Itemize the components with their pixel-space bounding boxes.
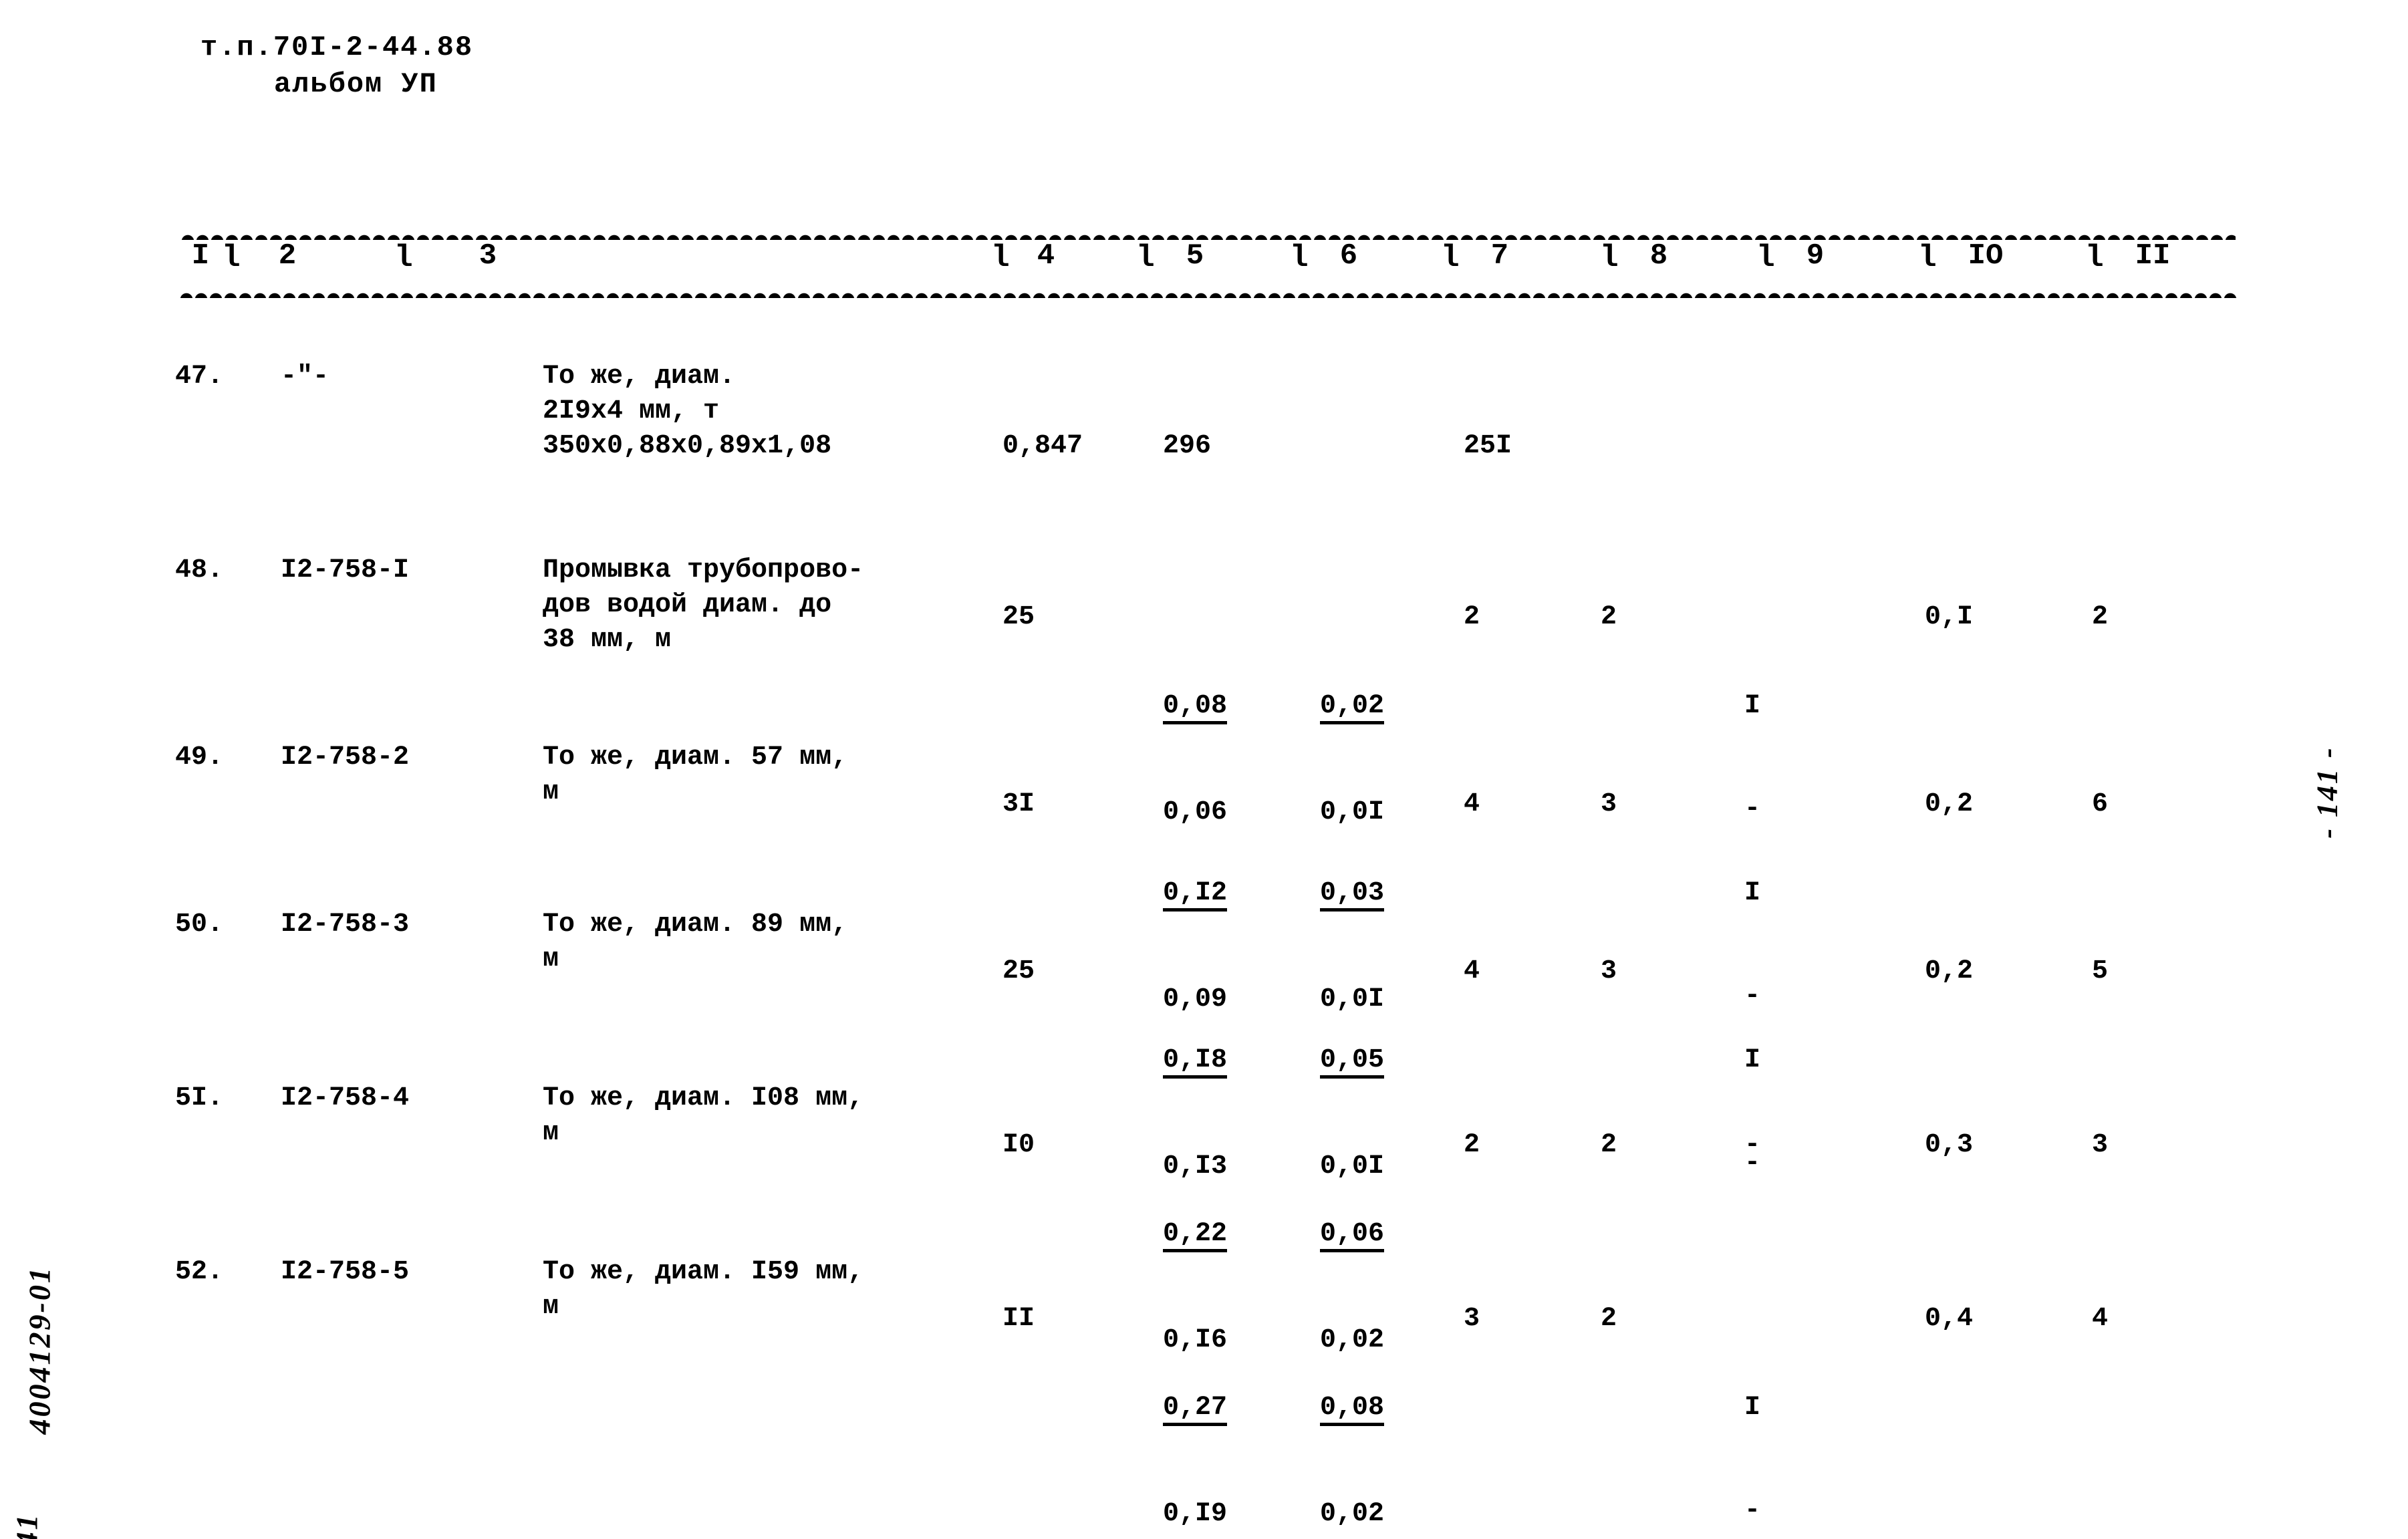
column-header-3: 3	[479, 239, 497, 273]
cell-col7: 3	[1464, 1304, 1480, 1334]
cell-col11: 4	[2092, 1304, 2109, 1334]
left-margin-page-number: 141	[9, 1512, 44, 1539]
cell-col6: 0,08 0,02	[1320, 1255, 1454, 1539]
column-separator: l	[1756, 241, 1775, 275]
cell-col5-numerator: 0,I8	[1163, 1046, 1228, 1079]
column-separator: l	[222, 241, 241, 275]
row-description: То же, диам. 2I9x4 мм, т 350x0,88x0,89x1…	[543, 362, 832, 461]
cell-col7: 2	[1464, 602, 1480, 632]
cell-col10: 0,2	[1925, 956, 1974, 986]
row-description: То же, диам. 57 мм, м	[543, 742, 848, 807]
series-code: т.п.70I-2-44.88	[200, 31, 474, 63]
cell-col7: 25I	[1464, 431, 1512, 461]
table-top-rule	[180, 231, 2236, 240]
cell-col11: 6	[2092, 789, 2109, 819]
cell-col5-denominator: 0,I9	[1163, 1498, 1228, 1529]
album-label: альбом УП	[274, 68, 438, 101]
cell-col7: 4	[1464, 956, 1480, 986]
cell-col5-numerator: 0,22	[1163, 1220, 1228, 1252]
column-header-6: 6	[1339, 239, 1358, 273]
row-description: То же, диам. I59 мм, м	[543, 1257, 864, 1322]
cell-col4: 3I	[1002, 789, 1035, 819]
cell-col5: 296	[1163, 431, 1212, 461]
cell-col8: 2	[1601, 1130, 1617, 1160]
row-code: I2-758-5	[281, 1257, 410, 1287]
column-separator: l	[1600, 241, 1619, 275]
row-description: Промывка трубопрово- дов водой диам. до …	[543, 555, 864, 655]
column-header-2: 2	[278, 239, 297, 273]
cell-col10: 0,3	[1925, 1130, 1974, 1160]
cell-col9-numerator: I	[1744, 1393, 1761, 1423]
cell-col9-numerator: I	[1744, 691, 1761, 721]
cell-col6-numerator: 0,08	[1320, 1394, 1385, 1426]
row-code: I2-758-I	[281, 555, 410, 585]
cell-col9-numerator: I	[1744, 1045, 1761, 1075]
row-number: 50.	[175, 910, 224, 940]
column-header-1: I	[191, 239, 210, 273]
cell-col4: 25	[1002, 956, 1035, 986]
cell-col8: 2	[1601, 602, 1617, 632]
column-separator: l	[991, 241, 1010, 275]
cell-col11: 5	[2092, 956, 2109, 986]
cell-col7: 4	[1464, 789, 1480, 819]
row-description: То же, диам. I08 мм, м	[543, 1083, 864, 1148]
column-header-10: IO	[1968, 239, 2004, 273]
document-heading: т.п.70I-2-44.88 альбом УП	[200, 29, 473, 104]
cell-col8: 3	[1601, 789, 1617, 819]
column-separator: l	[1290, 241, 1309, 275]
cell-col8: 2	[1601, 1304, 1617, 1334]
column-header-5: 5	[1186, 239, 1204, 273]
row-number: 48.	[175, 555, 224, 585]
column-separator: l	[394, 241, 413, 275]
cell-col10: 0,2	[1925, 789, 1974, 819]
cell-col7: 2	[1464, 1130, 1480, 1160]
right-margin-page-number: - 141 -	[2310, 746, 2344, 839]
row-number: 5I.	[175, 1083, 224, 1113]
row-code: I2-758-2	[281, 742, 410, 773]
column-separator: l	[1918, 241, 1937, 275]
column-header-7: 7	[1490, 239, 1509, 273]
row-code: I2-758-4	[281, 1083, 410, 1113]
cell-col6-denominator: 0,02	[1320, 1498, 1385, 1529]
cell-col4: I0	[1002, 1130, 1035, 1160]
column-header-9: 9	[1806, 239, 1825, 273]
cell-col9-numerator: I	[1744, 878, 1761, 908]
column-separator: l	[1136, 241, 1155, 275]
row-number: 47.	[175, 362, 224, 392]
column-header-8: 8	[1649, 239, 1668, 273]
scanned-page: т.п.70I-2-44.88 альбом УП I l 2 l 3 l 4 …	[0, 0, 2408, 1539]
cell-col9-denominator: -	[1744, 1495, 1761, 1526]
cell-col4: II	[1002, 1304, 1035, 1334]
cell-col5: 0,27 0,I9	[1163, 1255, 1297, 1539]
row-code: I2-758-3	[281, 910, 410, 940]
left-margin-archive-code: 4004129-01	[22, 1266, 57, 1435]
cell-col4: 25	[1002, 602, 1035, 632]
row-code: -"-	[281, 362, 329, 392]
cell-col5-numerator: 0,27	[1163, 1394, 1228, 1426]
column-header-row: I l 2 l 3 l 4 l 5 l 6 l 7 l 8 l 9 l IO l…	[180, 239, 2239, 291]
column-header-4: 4	[1037, 239, 1055, 273]
cell-col11: 2	[2092, 602, 2109, 632]
cell-col9: I -	[1744, 1255, 1845, 1539]
cell-col5-numerator: 0,08	[1163, 692, 1228, 724]
cell-col6-numerator: 0,05	[1320, 1046, 1385, 1079]
cell-col11: 3	[2092, 1130, 2109, 1160]
cell-col6-numerator: 0,02	[1320, 692, 1385, 724]
cell-col10: 0,4	[1925, 1304, 1974, 1334]
column-separator: l	[2085, 241, 2104, 275]
cell-col9: -	[1744, 1130, 1761, 1160]
row-number: 52.	[175, 1257, 224, 1287]
cell-col6-numerator: 0,03	[1320, 879, 1385, 912]
cell-col4: 0,847	[1002, 431, 1083, 461]
row-description: То же, диам. 89 мм, м	[543, 910, 848, 974]
cell-col5-numerator: 0,I2	[1163, 879, 1228, 912]
column-separator: l	[1441, 241, 1460, 275]
cell-col8: 3	[1601, 956, 1617, 986]
cell-col10: 0,I	[1925, 602, 1974, 632]
row-number: 49.	[175, 742, 224, 773]
cell-col6-numerator: 0,06	[1320, 1220, 1385, 1252]
column-header-11: II	[2135, 239, 2171, 273]
